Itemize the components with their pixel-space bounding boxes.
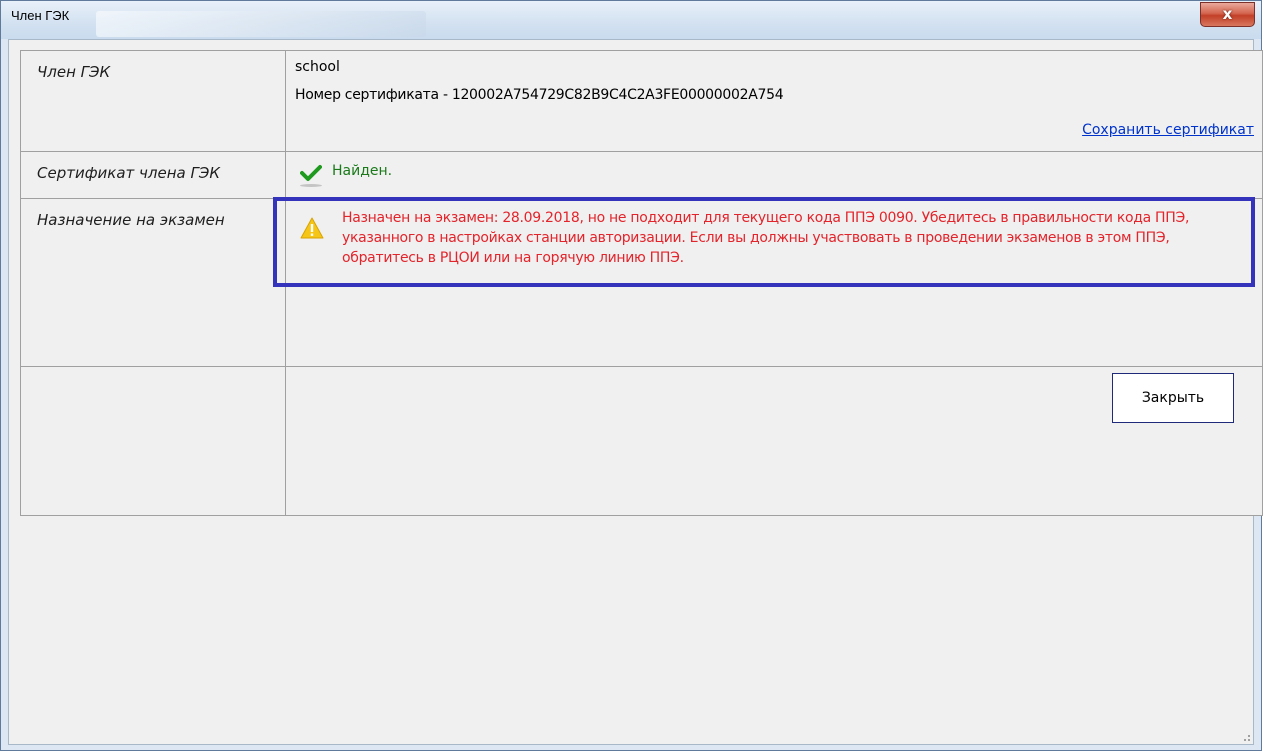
checkmark-icon xyxy=(300,165,322,181)
certificate-label: Сертификат члена ГЭК xyxy=(37,164,220,182)
value-cell: Назначен на экзамен: 28.09.2018, но не п… xyxy=(286,199,1262,366)
assignment-warning-message: Назначен на экзамен: 28.09.2018, но не п… xyxy=(342,210,1190,266)
label-cell: Сертификат члена ГЭК xyxy=(21,152,286,198)
save-certificate-link[interactable]: Сохранить сертификат xyxy=(1082,122,1254,138)
dialog-client-area: Член ГЭК school Номер сертификата - 1200… xyxy=(8,39,1263,745)
member-name: school xyxy=(295,59,340,75)
warning-icon xyxy=(300,217,324,239)
value-cell: Закрыть xyxy=(286,367,1262,515)
label-cell: Назначение на экзамен xyxy=(21,199,286,366)
title-bar[interactable]: Член ГЭК x xyxy=(1,1,1261,39)
info-table: Член ГЭК school Номер сертификата - 1200… xyxy=(20,50,1263,516)
value-cell: school Номер сертификата - 120002A754729… xyxy=(286,51,1262,151)
label-cell xyxy=(21,367,286,515)
resize-grip-icon[interactable] xyxy=(1239,730,1251,742)
close-button[interactable]: Закрыть xyxy=(1112,373,1234,423)
table-row-actions: Закрыть xyxy=(21,367,1262,515)
table-row-assignment: Назначение на экзамен Назначен на экзаме… xyxy=(21,199,1262,367)
title-bar-blur xyxy=(96,11,426,37)
checkmark-shadow xyxy=(300,184,322,187)
table-row-certificate: Сертификат члена ГЭК Найден. xyxy=(21,152,1262,199)
certificate-number: Номер сертификата - 120002A754729C82B9C4… xyxy=(295,87,784,103)
certificate-status: Найден. xyxy=(332,163,393,179)
member-label: Член ГЭК xyxy=(37,63,111,81)
window-close-button[interactable]: x xyxy=(1200,2,1255,27)
window-title: Член ГЭК xyxy=(11,8,70,23)
label-cell: Член ГЭК xyxy=(21,51,286,151)
dialog-window: Член ГЭК x Член ГЭК school Номер сертифи… xyxy=(0,0,1263,751)
assignment-label: Назначение на экзамен xyxy=(37,211,225,229)
value-cell: Найден. xyxy=(286,152,1262,198)
table-row-member: Член ГЭК school Номер сертификата - 1200… xyxy=(21,51,1262,152)
